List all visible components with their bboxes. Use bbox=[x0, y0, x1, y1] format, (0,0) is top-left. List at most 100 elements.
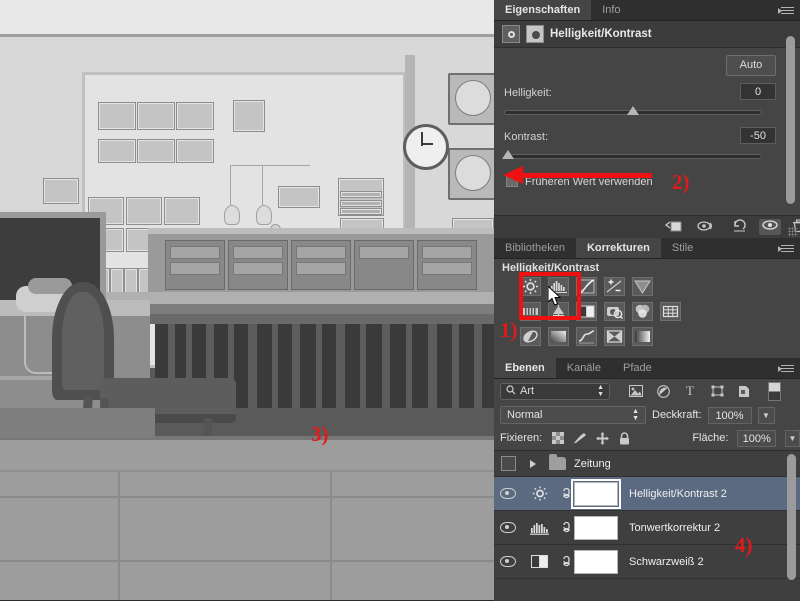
gradient-map-icon[interactable] bbox=[632, 327, 653, 346]
contrast-slider-track[interactable] bbox=[504, 154, 762, 159]
contrast-slider-knob[interactable] bbox=[502, 150, 514, 159]
opacity-label: Deckkraft: bbox=[652, 409, 702, 421]
layer-mask-icon[interactable] bbox=[526, 25, 544, 43]
channel-mixer-icon[interactable] bbox=[632, 302, 653, 321]
chevron-updown-icon: ▲▼ bbox=[597, 384, 604, 398]
table-row[interactable]: Tonwertkorrektur 2 bbox=[494, 511, 800, 545]
fill-label: Fläche: bbox=[692, 432, 728, 444]
lock-image-icon[interactable] bbox=[573, 431, 587, 445]
blend-mode-select[interactable]: Normal ▲▼ bbox=[500, 406, 646, 424]
layer-mask-thumbnail[interactable] bbox=[574, 550, 618, 574]
photo-filter-icon[interactable] bbox=[604, 302, 625, 321]
visibility-icon[interactable] bbox=[759, 219, 781, 235]
layer-name[interactable]: Tonwertkorrektur 2 bbox=[629, 522, 720, 534]
layer-visibility-toggle[interactable] bbox=[494, 456, 522, 471]
tab-kanaele[interactable]: Kanäle bbox=[556, 358, 612, 378]
layers-scrollbar[interactable] bbox=[787, 454, 796, 580]
posterize-icon[interactable] bbox=[548, 327, 569, 346]
layer-visibility-toggle[interactable] bbox=[494, 522, 522, 533]
properties-body: Auto Helligkeit: 0 Kontrast: -50 Frühere… bbox=[494, 48, 800, 216]
adjustments-row-3 bbox=[520, 327, 681, 346]
properties-scrollbar[interactable] bbox=[786, 36, 795, 204]
layer-mask-thumbnail[interactable] bbox=[574, 482, 618, 506]
layer-list[interactable]: Zeitung Helligkeit/Kontrast 2 bbox=[494, 450, 800, 601]
properties-panel: Eigenschaften Info Helligkeit/Kontrast A… bbox=[494, 0, 800, 238]
tab-pfade[interactable]: Pfade bbox=[612, 358, 663, 378]
layer-name[interactable]: Helligkeit/Kontrast 2 bbox=[629, 488, 727, 500]
vibrance-icon[interactable] bbox=[632, 277, 653, 296]
lock-position-icon[interactable] bbox=[596, 431, 609, 445]
group-expand-toggle[interactable] bbox=[522, 460, 544, 468]
search-icon bbox=[506, 385, 516, 398]
layer-filter-row: Art ▲▼ T bbox=[494, 379, 800, 403]
layer-visibility-toggle[interactable] bbox=[494, 488, 522, 499]
table-row[interactable]: Helligkeit/Kontrast 2 bbox=[494, 477, 800, 511]
levels-icon bbox=[522, 521, 558, 535]
layer-visibility-toggle[interactable] bbox=[494, 556, 522, 567]
opacity-value[interactable]: 100% bbox=[708, 407, 752, 424]
shape-layer-filter-icon[interactable] bbox=[709, 384, 725, 399]
tab-ebenen[interactable]: Ebenen bbox=[494, 358, 556, 378]
layer-mask-thumbnail[interactable] bbox=[574, 516, 618, 540]
clip-to-layer-icon[interactable] bbox=[662, 219, 684, 235]
link-mask-icon[interactable] bbox=[558, 487, 574, 501]
properties-header: Helligkeit/Kontrast bbox=[494, 21, 800, 48]
layers-tabbar: Ebenen Kanäle Pfade bbox=[494, 358, 800, 379]
photoshop-window: Eigenschaften Info Helligkeit/Kontrast A… bbox=[0, 0, 800, 600]
panel-menu-icon[interactable] bbox=[778, 5, 794, 16]
tab-eigenschaften[interactable]: Eigenschaften bbox=[494, 0, 591, 20]
annotation-arrow-head bbox=[503, 166, 523, 184]
threshold-icon[interactable] bbox=[576, 327, 597, 346]
blend-mode-row: Normal ▲▼ Deckkraft: 100% ▼ bbox=[494, 403, 800, 427]
invert-icon[interactable] bbox=[520, 327, 541, 346]
image-canvas[interactable] bbox=[0, 0, 494, 600]
brightness-value[interactable]: 0 bbox=[740, 83, 776, 100]
tab-stile[interactable]: Stile bbox=[661, 238, 704, 258]
fill-value[interactable]: 100% bbox=[737, 430, 776, 447]
filter-toggle-switch[interactable] bbox=[768, 382, 781, 401]
lock-row: Fixieren: Fläche: 100% ▼ bbox=[494, 427, 800, 449]
chevron-updown-icon: ▲▼ bbox=[632, 408, 639, 422]
lock-all-icon[interactable] bbox=[618, 431, 631, 445]
lock-label: Fixieren: bbox=[500, 432, 542, 444]
panel-resize-grip[interactable] bbox=[788, 227, 798, 237]
folder-icon bbox=[544, 457, 570, 470]
tab-korrekturen[interactable]: Korrekturen bbox=[576, 238, 661, 258]
brightness-slider-knob[interactable] bbox=[627, 106, 639, 115]
exposure-icon[interactable] bbox=[604, 277, 625, 296]
panel-menu-icon[interactable] bbox=[778, 243, 794, 254]
tab-info[interactable]: Info bbox=[591, 0, 631, 20]
brightness-contrast-icon bbox=[502, 25, 520, 43]
link-mask-icon[interactable] bbox=[558, 555, 574, 569]
layer-name[interactable]: Zeitung bbox=[574, 458, 611, 470]
layers-panel: Ebenen Kanäle Pfade Art ▲▼ bbox=[494, 358, 800, 600]
panel-menu-icon[interactable] bbox=[778, 363, 794, 374]
contrast-label: Kontrast: bbox=[504, 131, 548, 143]
selective-color-icon[interactable] bbox=[604, 327, 625, 346]
black-white-icon bbox=[522, 554, 558, 569]
properties-title: Helligkeit/Kontrast bbox=[550, 28, 652, 40]
type-layer-filter-icon[interactable]: T bbox=[682, 384, 698, 399]
auto-button[interactable]: Auto bbox=[726, 55, 776, 76]
adjustment-layer-filter-icon[interactable] bbox=[655, 384, 671, 399]
properties-tabbar: Eigenschaften Info bbox=[494, 0, 800, 21]
layer-filter-select[interactable]: Art ▲▼ bbox=[500, 383, 610, 400]
tab-bibliotheken[interactable]: Bibliotheken bbox=[494, 238, 576, 258]
preview-previous-icon[interactable] bbox=[695, 219, 717, 235]
link-mask-icon[interactable] bbox=[558, 521, 574, 535]
empty-visibility-box bbox=[501, 456, 516, 471]
reset-icon[interactable] bbox=[729, 219, 751, 235]
table-row[interactable]: Zeitung bbox=[494, 451, 800, 477]
table-row[interactable]: Schwarzweiß 2 bbox=[494, 545, 800, 579]
smart-object-filter-icon[interactable] bbox=[736, 384, 752, 399]
opacity-stepper[interactable]: ▼ bbox=[758, 407, 775, 424]
pixel-layer-filter-icon[interactable] bbox=[628, 384, 644, 399]
layer-name[interactable]: Schwarzweiß 2 bbox=[629, 556, 704, 568]
brightness-contrast-icon bbox=[522, 485, 558, 502]
adjustments-tabbar: Bibliotheken Korrekturen Stile bbox=[494, 238, 800, 259]
brightness-label: Helligkeit: bbox=[504, 87, 552, 99]
contrast-value[interactable]: -50 bbox=[740, 127, 776, 144]
lock-transparency-icon[interactable] bbox=[551, 431, 564, 445]
color-lookup-icon[interactable] bbox=[660, 302, 681, 321]
fill-stepper[interactable]: ▼ bbox=[785, 430, 800, 447]
